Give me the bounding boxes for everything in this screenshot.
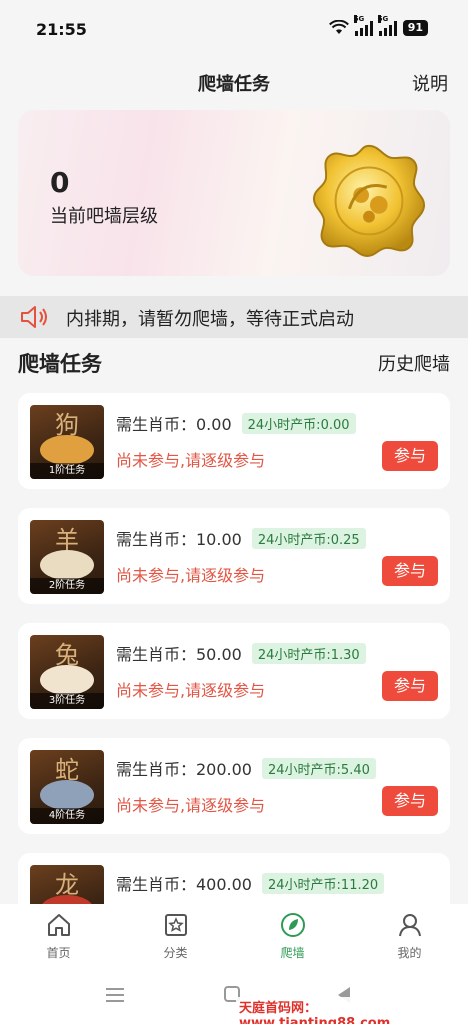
join-button[interactable]: 参与 [382, 556, 438, 586]
task-card: 兔 3阶任务 需生肖币：50.00 24小时产币:1.30 尚未参与,请逐级参与… [18, 623, 450, 719]
tab-home[interactable]: 首页 [0, 904, 117, 968]
notice-bar: 内排期，请暂勿爬墙，等待正式启动 [0, 296, 468, 338]
daily-output-badge: 24小时产币:0.25 [251, 527, 366, 549]
page-title: 爬墙任务 [198, 74, 270, 95]
zodiac-thumbnail: 狗 1阶任务 [30, 405, 104, 479]
task-card: 狗 1阶任务 需生肖币：0.00 24小时产币:0.00 尚未参与,请逐级参与 … [18, 393, 450, 489]
menu-icon[interactable] [106, 988, 124, 1002]
status-icons: 5G 5G 91 [328, 15, 428, 36]
task-level: 4阶任务 [30, 808, 104, 824]
task-level: 1阶任务 [30, 463, 104, 479]
signal-icon: 5G [353, 15, 373, 36]
zodiac-figure [40, 435, 94, 465]
level-value: 0 [50, 166, 70, 199]
required-coins: 需生肖币：400.00 [116, 875, 252, 894]
speaker-icon [21, 306, 47, 328]
help-link[interactable]: 说明 [412, 70, 448, 96]
required-coins: 需生肖币：0.00 [116, 415, 232, 434]
nav-bar: 爬墙任务 说明 [0, 56, 468, 106]
signal-icon: 5G [377, 15, 397, 36]
status-time: 21:55 [36, 20, 87, 39]
signal-label: 5G [353, 15, 365, 23]
daily-output-badge: 24小时产币:0.00 [241, 412, 356, 434]
gold-medal-icon [312, 144, 426, 258]
daily-output-badge: 24小时产币:1.30 [251, 642, 366, 664]
required-coins: 需生肖币：10.00 [116, 530, 242, 549]
status-bar: 21:55 5G 5G 91 [0, 0, 468, 56]
tab-climb[interactable]: 爬墙 [234, 904, 351, 968]
daily-output-badge: 24小时产币:11.20 [262, 872, 385, 894]
task-level: 3阶任务 [30, 693, 104, 709]
level-card: 0 当前吧墙层级 [18, 110, 450, 276]
tab-label: 我的 [397, 946, 422, 960]
signal-label: 5G [377, 15, 389, 23]
zodiac-figure [40, 665, 94, 695]
level-label: 当前吧墙层级 [50, 206, 158, 227]
task-status: 尚未参与,请逐级参与 [116, 681, 266, 700]
tab-category[interactable]: 分类 [117, 904, 234, 968]
zodiac-figure [40, 550, 94, 580]
notice-text: 内排期，请暂勿爬墙，等待正式启动 [66, 309, 354, 330]
tab-label: 爬墙 [280, 946, 305, 960]
tab-bar: 首页 分类 爬墙 我的 [0, 904, 468, 968]
required-coins: 需生肖币：200.00 [116, 760, 252, 779]
wifi-icon [328, 20, 349, 34]
zodiac-thumbnail: 兔 3阶任务 [30, 635, 104, 709]
task-status: 尚未参与,请逐级参与 [116, 451, 266, 470]
task-status: 尚未参与,请逐级参与 [116, 566, 266, 585]
tab-label: 分类 [163, 946, 188, 960]
tab-label: 首页 [46, 946, 71, 960]
battery-indicator: 91 [402, 20, 428, 36]
history-link[interactable]: 历史爬墙 [378, 350, 450, 376]
section-title: 爬墙任务 [18, 352, 102, 376]
tab-profile[interactable]: 我的 [351, 904, 468, 968]
category-icon [164, 914, 187, 936]
join-button[interactable]: 参与 [382, 441, 438, 471]
home-icon [47, 914, 70, 936]
zodiac-thumbnail: 羊 2阶任务 [30, 520, 104, 594]
daily-output-badge: 24小时产币:5.40 [262, 757, 376, 779]
task-status: 尚未参与,请逐级参与 [116, 796, 266, 815]
join-button[interactable]: 参与 [382, 671, 438, 701]
join-button[interactable]: 参与 [382, 786, 438, 816]
zodiac-thumbnail: 蛇 4阶任务 [30, 750, 104, 824]
required-coins: 需生肖币：50.00 [116, 645, 242, 664]
climb-icon [280, 913, 305, 937]
profile-icon [398, 914, 421, 937]
task-card: 羊 2阶任务 需生肖币：10.00 24小时产币:0.25 尚未参与,请逐级参与… [18, 508, 450, 604]
zodiac-figure [40, 780, 94, 810]
watermark: 天庭首码网：www.tianting88.com [236, 997, 468, 1024]
task-card: 蛇 4阶任务 需生肖币：200.00 24小时产币:5.40 尚未参与,请逐级参… [18, 738, 450, 834]
task-level: 2阶任务 [30, 578, 104, 594]
